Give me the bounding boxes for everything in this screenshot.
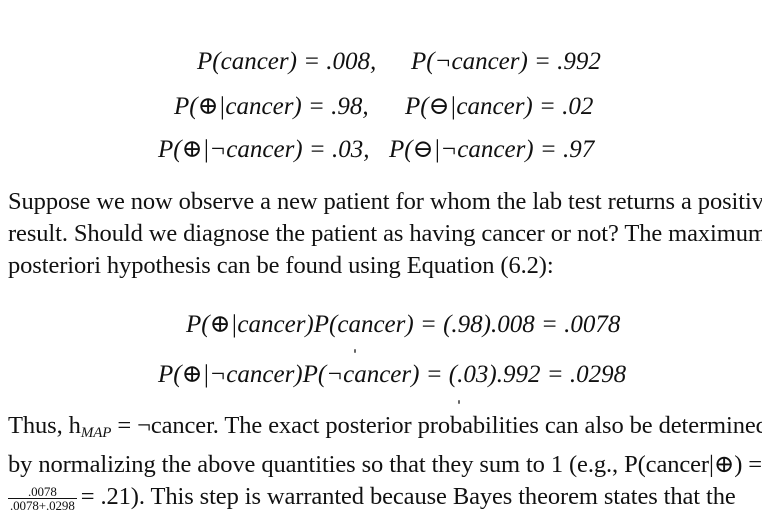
paragraph-line: posteriori hypothesis can be found using… [8,252,554,279]
paragraph-line: Suppose we now observe a new patient for… [8,188,762,215]
paragraph-line: by normalizing the above quantities so t… [8,451,762,478]
equation-prior-not-cancer: P(¬cancer) = .992 [411,48,601,75]
equation-map-not-cancer: P(⊕|¬cancer)P(¬cancer) = (.03).992 = .02… [158,361,627,388]
subscript-map: MAP [80,425,112,441]
textbook-page: P(cancer) = .008, P(¬cancer) = .992 P(⊕|… [0,0,762,521]
equation-neg-given-not-cancer: P(⊖|¬cancer) = .97 [389,136,595,163]
fraction: .0078.0078+.0298 [8,485,77,512]
paragraph-posterior: Thus, hMAP = ¬cancer. The exact posterio… [8,410,762,513]
equation-neg-given-cancer: P(⊖|cancer) = .02 [405,93,594,120]
equation-map-cancer: P(⊕|cancer)P(cancer) = (.98).008 = .0078 [186,311,621,338]
paragraph-line: Thus, hMAP = ¬cancer. The exact posterio… [8,412,762,441]
equation-pos-given-not-cancer: P(⊕|¬cancer) = .03, [158,136,370,163]
scan-speck [458,400,460,404]
paragraph-patient-observation: Suppose we now observe a new patient for… [8,186,762,282]
equation-pos-given-cancer: P(⊕|cancer) = .98, [174,93,369,120]
fraction-numerator: .0078 [8,485,77,499]
fraction-denominator: .0078+.0298 [10,497,75,513]
paragraph-line: .0078.0078+.0298 = .21). This step is war… [8,483,736,513]
scan-speck [354,349,356,353]
paragraph-line: result. Should we diagnose the patient a… [8,220,762,247]
equation-prior-cancer: P(cancer) = .008, [197,48,377,75]
